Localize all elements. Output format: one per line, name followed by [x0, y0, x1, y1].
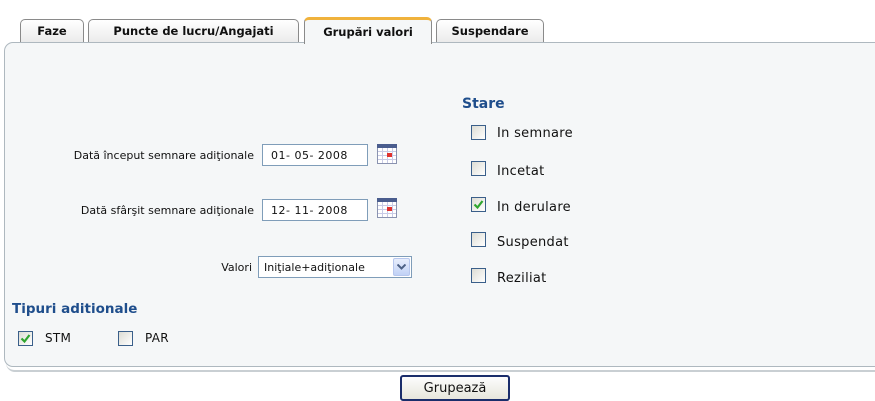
- end-date-field[interactable]: 12- 11- 2008: [262, 199, 368, 221]
- suspendat-label: Suspendat: [497, 235, 569, 250]
- end-date-label: Dată sfârşit semnare adiţionale: [80, 204, 254, 217]
- stm-checkbox[interactable]: [18, 331, 33, 346]
- calendar-icon[interactable]: [377, 144, 397, 164]
- par-label: PAR: [145, 331, 169, 345]
- tipuri-aditionale-heading: Tipuri aditionale: [12, 301, 138, 317]
- start-date-label: Dată început semnare adiţionale: [73, 149, 254, 162]
- stm-label: STM: [45, 331, 72, 345]
- stare-heading: Stare: [462, 96, 505, 112]
- valori-label: Valori: [221, 261, 252, 274]
- incetat-checkbox[interactable]: [471, 161, 486, 176]
- par-checkbox[interactable]: [118, 331, 133, 346]
- checkmark-icon: [20, 334, 31, 344]
- checkmark-icon: [473, 200, 484, 210]
- in-derulare-label: In derulare: [497, 200, 571, 215]
- reziliat-checkbox[interactable]: [471, 268, 486, 283]
- in-derulare-checkbox[interactable]: [471, 197, 486, 212]
- valori-select[interactable]: Iniţiale+adiţionale: [258, 256, 412, 278]
- incetat-label: Incetat: [497, 164, 545, 179]
- calendar-icon[interactable]: [377, 198, 397, 218]
- in-semnare-checkbox[interactable]: [471, 125, 486, 140]
- start-date-field[interactable]: 01- 05- 2008: [262, 144, 368, 166]
- panel-content: Dată început semnare adiţionale 01- 05- …: [0, 0, 875, 401]
- valori-selected-value: Iniţiale+adiţionale: [264, 261, 365, 274]
- suspendat-checkbox[interactable]: [471, 232, 486, 247]
- in-semnare-label: In semnare: [497, 126, 573, 141]
- dropdown-arrow-icon[interactable]: [393, 258, 410, 276]
- reziliat-label: Reziliat: [497, 271, 547, 286]
